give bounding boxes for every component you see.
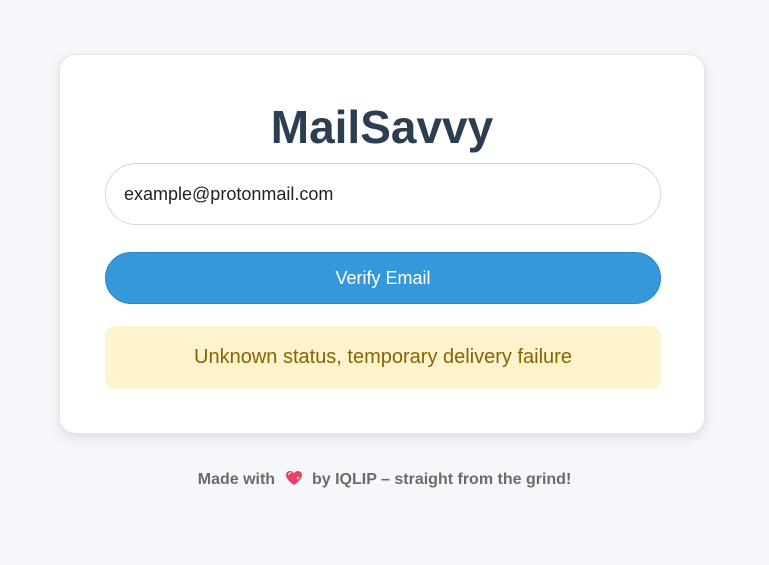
status-message-box: Unknown status, temporary delivery failu… [105, 326, 661, 389]
footer-by-text: by IQLIP – straight from the grind! [311, 471, 572, 488]
email-input[interactable] [105, 163, 661, 225]
verify-email-button[interactable]: Verify Email [105, 252, 661, 304]
sparkling-heart-icon [285, 470, 303, 486]
footer: Made with by IQLIP – straight from the g… [0, 470, 769, 490]
status-message: Unknown status, temporary delivery failu… [194, 346, 572, 368]
verify-card: MailSavvy Verify Email Unknown status, t… [59, 54, 705, 434]
footer-made-with: Made with [197, 471, 276, 488]
app-title: MailSavvy [270, 101, 494, 153]
